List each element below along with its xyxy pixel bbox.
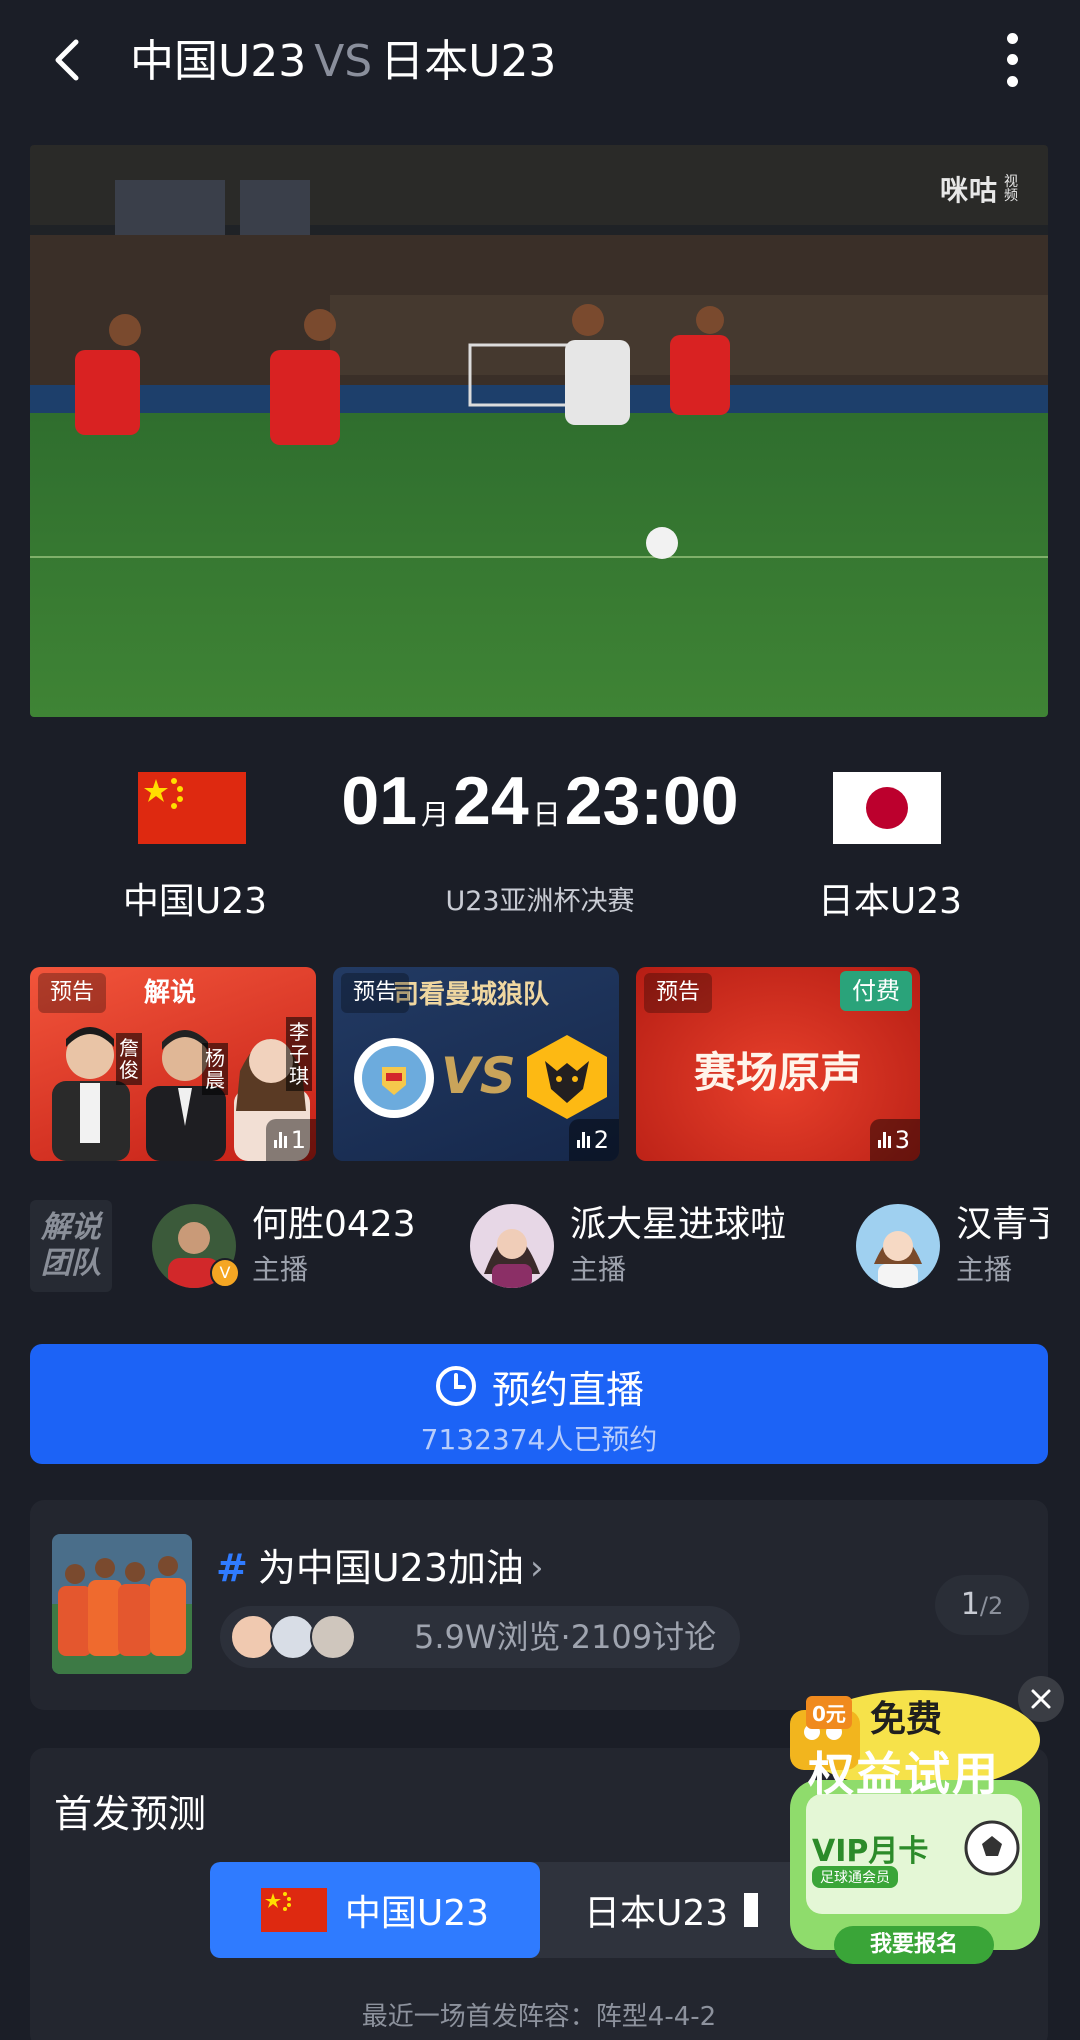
stream-card-title: 司看曼城狼队 xyxy=(393,980,550,1010)
month-unit: 月 xyxy=(421,798,450,831)
page-current: 1 xyxy=(960,1587,980,1622)
commentator-name: 何胜0423 xyxy=(252,1204,416,1245)
host-name-tag: 李子琪 xyxy=(286,1017,312,1091)
watermark-brand: 咪咕 xyxy=(939,174,998,207)
host-name-tag: 杨晨 xyxy=(202,1043,228,1095)
verified-badge-icon: V xyxy=(210,1258,240,1288)
label-line-1: 解说 xyxy=(41,1210,101,1245)
promo-free-text: 免费 xyxy=(870,1699,943,1740)
topic-title-link[interactable]: # 为中国U23加油 › xyxy=(216,1540,544,1596)
close-icon xyxy=(1031,1689,1051,1709)
clock-icon xyxy=(435,1366,476,1406)
day-unit: 日 xyxy=(532,798,561,831)
away-team-name[interactable]: 日本U23 xyxy=(775,876,1005,928)
japan-flag-icon xyxy=(744,1893,759,1927)
commentator-name: 派大星进球啦 xyxy=(570,1204,787,1245)
topic-stats-pill: 5.9W浏览·2109讨论 xyxy=(220,1606,740,1668)
more-menu-button[interactable] xyxy=(990,28,1034,92)
home-team-name[interactable]: 中国U23 xyxy=(80,876,310,928)
video-watermark: 咪咕 视频 xyxy=(940,169,1022,209)
vs-text: VS xyxy=(441,1047,516,1105)
promo-benefit: 权益试用 xyxy=(808,1747,1000,1801)
host-name-tag: 詹俊 xyxy=(116,1033,142,1085)
stream-card-match[interactable]: 司看曼城狼队 VS 预告 2 xyxy=(333,967,619,1161)
china-flag-icon xyxy=(260,1888,327,1932)
lineup-note: 最近一场首发阵容：阵型4-4-2 xyxy=(361,2002,717,2032)
section-title: 首发预测 xyxy=(54,1792,207,1836)
preview-tag: 预告 xyxy=(38,973,107,1013)
signal-bars-icon xyxy=(877,1132,891,1148)
tab-label: 日本U23 xyxy=(584,1893,729,1934)
commentator-item[interactable]: V 何胜0423 主播 xyxy=(152,1200,452,1292)
avatar xyxy=(856,1204,940,1288)
video-frame-image xyxy=(30,145,1048,717)
wolves-badge-icon xyxy=(527,1035,607,1119)
back-arrow-icon xyxy=(55,39,79,81)
reserve-count: 7132374人已预约 xyxy=(420,1423,658,1456)
match-stage: U23亚洲杯决赛 xyxy=(445,886,635,917)
stream-count-value: 3 xyxy=(894,1126,910,1154)
stream-count-value: 1 xyxy=(290,1126,306,1154)
commentator-item[interactable]: 派大星进球啦 主播 xyxy=(470,1200,810,1292)
topic-thumbnail xyxy=(52,1534,192,1674)
stream-card-stadium-sound[interactable]: 预告 付费 赛场原声 3 xyxy=(636,967,920,1161)
title-vs: VS xyxy=(314,36,373,87)
preview-tag: 预告 xyxy=(644,973,713,1013)
stream-viewer-count: 3 xyxy=(869,1119,920,1161)
commentary-team-label: 解说 团队 xyxy=(30,1200,112,1292)
commentator-name: 汉青予 xyxy=(956,1204,1048,1245)
promo-vip: VIP月卡 xyxy=(812,1834,929,1869)
china-flag-icon xyxy=(138,772,246,844)
watermark-suffix: 视频 xyxy=(1004,174,1019,204)
reserve-main-row: 预约直播 xyxy=(30,1358,1048,1414)
page-title: 中国U23 VS 日本U23 xyxy=(130,30,556,94)
commentator-item[interactable]: 汉青予 主播 xyxy=(856,1200,1048,1292)
promo-price-tag: 0元 xyxy=(806,1696,852,1729)
promo-vip-sub: 足球通会员 xyxy=(812,1866,898,1888)
tab-label: 中国U23 xyxy=(344,1893,490,1934)
stream-viewer-count: 2 xyxy=(568,1119,619,1161)
stream-card-commentary[interactable]: 预告 解说 詹俊 杨晨 李子琪 1 xyxy=(30,967,316,1161)
topic-title: 为中国U23加油 xyxy=(257,1546,525,1590)
avatar xyxy=(310,1614,356,1660)
commentator-role: 主播 xyxy=(956,1253,1013,1286)
title-away-team: 日本U23 xyxy=(380,36,557,87)
stream-viewer-count: 1 xyxy=(265,1119,316,1161)
promo-free: 免费 xyxy=(870,1690,942,1742)
tab-home-team[interactable]: 中国U23 xyxy=(210,1862,540,1958)
stream-card-title: 解说 xyxy=(144,978,197,1008)
stream-count-value: 2 xyxy=(593,1126,609,1154)
more-dots-icon xyxy=(1006,33,1018,45)
topic-page-indicator: 1/2 xyxy=(935,1575,1029,1635)
commentator-role: 主播 xyxy=(570,1253,627,1286)
match-month: 01 xyxy=(341,763,418,839)
preview-tag: 预告 xyxy=(341,973,410,1013)
video-player[interactable]: 咪咕 视频 xyxy=(30,145,1048,717)
chevron-right-icon: › xyxy=(530,1548,544,1588)
reserve-label: 预约直播 xyxy=(491,1367,644,1412)
match-day: 24 xyxy=(453,763,529,839)
man-city-badge-icon xyxy=(354,1038,434,1118)
commentator-role: 主播 xyxy=(252,1253,309,1286)
page-total: /2 xyxy=(979,1592,1004,1620)
match-time: 23:00 xyxy=(564,763,739,839)
topic-stats: 5.9W浏览·2109讨论 xyxy=(414,1618,717,1656)
title-home-team: 中国U23 xyxy=(130,36,307,87)
back-button[interactable] xyxy=(40,30,100,90)
promo-signup-button[interactable]: 我要报名 xyxy=(834,1926,994,1964)
label-line-2: 团队 xyxy=(41,1246,101,1281)
japan-flag-icon xyxy=(833,772,941,844)
signal-bars-icon xyxy=(576,1132,590,1148)
stream-card-title: 赛场原声 xyxy=(693,1048,862,1097)
hashtag-icon: # xyxy=(216,1546,248,1590)
avatar xyxy=(470,1204,554,1288)
paid-tag: 付费 xyxy=(840,971,912,1011)
match-datetime: 01 月 24 日 23:00 xyxy=(290,762,790,858)
signal-bars-icon xyxy=(273,1132,287,1148)
reserve-live-button[interactable]: 预约直播 7132374人已预约 xyxy=(30,1344,1048,1464)
promo-close-button[interactable] xyxy=(1018,1676,1064,1722)
